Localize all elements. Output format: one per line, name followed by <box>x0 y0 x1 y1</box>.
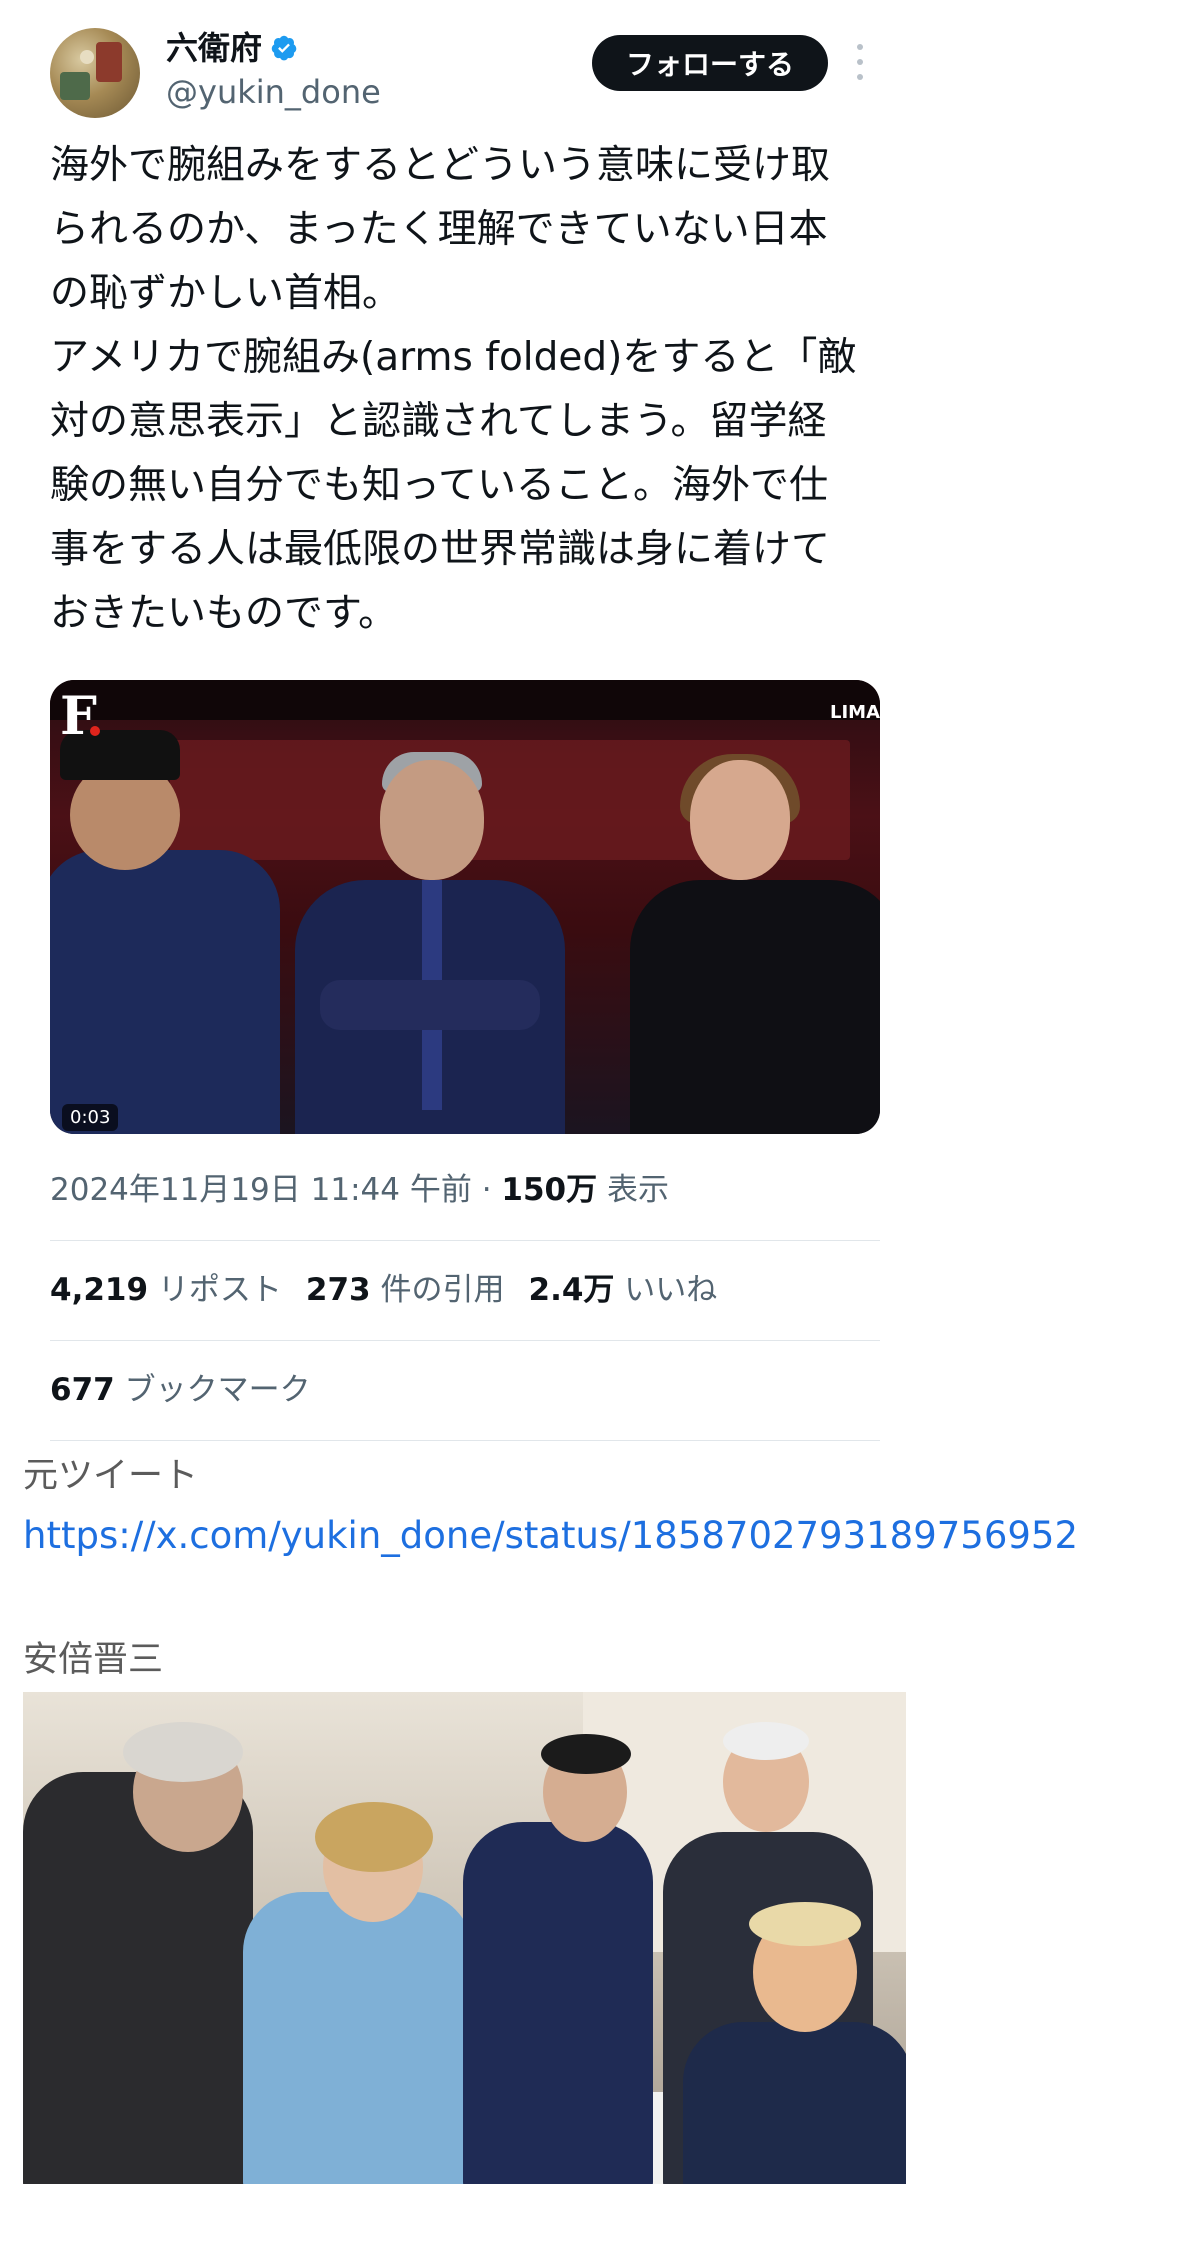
likes-label: いいね <box>624 1272 718 1308</box>
reposts-stat[interactable]: 4,219 リポスト <box>50 1272 282 1308</box>
video-duration: 0:03 <box>62 1104 119 1131</box>
photo-caption: 安倍晋三 <box>23 1640 164 1680</box>
quotes-label: 件の引用 <box>380 1272 505 1308</box>
views-count: 150万 <box>501 1172 598 1208</box>
quotes-count: 273 <box>305 1272 371 1308</box>
bookmarks-count: 677 <box>50 1372 115 1408</box>
views-label: 表示 <box>606 1172 669 1208</box>
author-name[interactable]: 六衛府 <box>166 28 298 68</box>
more-vertical-icon[interactable] <box>852 44 868 80</box>
meta-separator: · <box>471 1172 502 1208</box>
divider <box>50 1340 880 1341</box>
tweet-video[interactable]: F LIMA 0:03 <box>50 680 880 1134</box>
tweet-text: 海外で腕組みをするとどういう意味に受け取 られるのか、まったく理解できていない日… <box>50 143 857 636</box>
g7-photo <box>23 1692 906 2184</box>
reposts-label: リポスト <box>157 1272 282 1308</box>
follow-button[interactable]: フォローする <box>592 35 828 91</box>
tweet-stats: 4,219 リポスト 273 件の引用 2.4万 いいね <box>50 1268 717 1312</box>
source-link[interactable]: https://x.com/yukin_done/status/18587027… <box>23 1512 1078 1560</box>
verified-badge-icon <box>271 35 297 61</box>
author-avatar[interactable] <box>50 28 140 118</box>
bookmarks-stat[interactable]: 677 ブックマーク <box>50 1368 311 1412</box>
divider <box>50 1440 880 1441</box>
reposts-count: 4,219 <box>50 1272 149 1308</box>
likes-count: 2.4万 <box>528 1272 615 1308</box>
author-handle[interactable]: @yukin_done <box>166 72 381 112</box>
quotes-stat[interactable]: 273 件の引用 <box>306 1272 505 1308</box>
likes-stat[interactable]: 2.4万 いいね <box>529 1272 718 1308</box>
video-logo: F <box>60 686 97 747</box>
bookmarks-label: ブックマーク <box>124 1372 311 1408</box>
author-name-text: 六衛府 <box>166 29 263 67</box>
video-corner-text: LIMA <box>829 702 880 723</box>
divider <box>50 1240 880 1241</box>
source-label: 元ツイート <box>23 1456 199 1496</box>
tweet-meta: 2024年11月19日 11:44 午前 · 150万 表示 <box>50 1168 669 1212</box>
tweet-timestamp[interactable]: 2024年11月19日 11:44 午前 <box>50 1172 472 1208</box>
